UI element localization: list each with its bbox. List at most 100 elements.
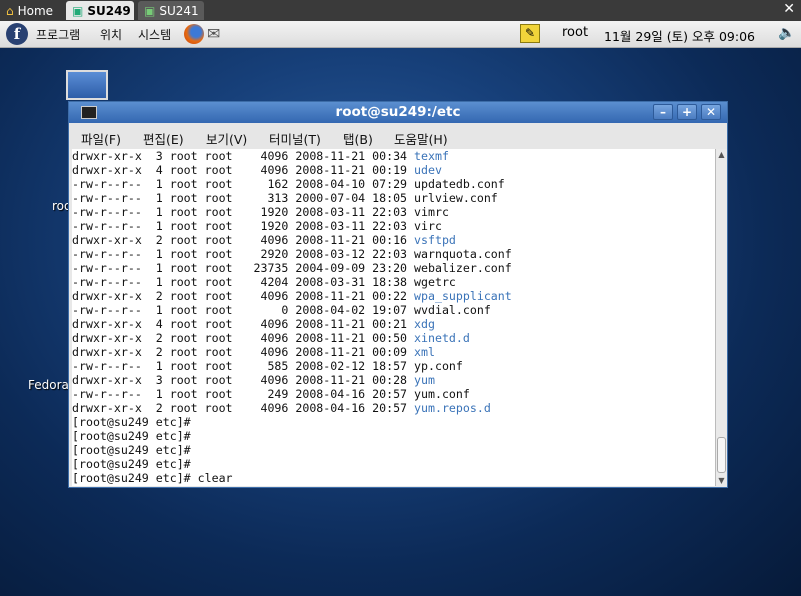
menu-terminal[interactable]: 터미널(T) <box>269 129 321 148</box>
shell-prompt-line: [root@su249 etc]# <box>72 443 191 457</box>
shell-prompt-line: [root@su249 etc]# clear <box>72 471 233 485</box>
file-name: yp.conf <box>414 359 463 373</box>
terminal-line: -rw-r--r-- 1 root root 313 2000-07-04 18… <box>72 191 715 205</box>
file-listing-prefix: drwxr-xr-x 3 root root 4096 2008-11-21 0… <box>72 373 415 387</box>
shell-prompt-line: [root@su249 etc]# <box>72 457 191 471</box>
menu-applications[interactable]: 프로그램 <box>36 26 80 43</box>
minimize-button[interactable]: – <box>653 104 673 120</box>
terminal-line: -rw-r--r-- 1 root root 1920 2008-03-11 2… <box>72 219 715 233</box>
file-listing-prefix: drwxr-xr-x 2 root root 4096 2008-11-21 0… <box>72 233 415 247</box>
file-listing-prefix: drwxr-xr-x 3 root root 4096 2008-11-21 0… <box>72 149 415 163</box>
file-listing-prefix: drwxr-xr-x 2 root root 4096 2008-11-21 0… <box>72 345 415 359</box>
user-name[interactable]: root <box>562 25 588 40</box>
file-name: wvdial.conf <box>414 303 491 317</box>
terminal-line: -rw-r--r-- 1 root root 4204 2008-03-31 1… <box>72 275 715 289</box>
firefox-icon[interactable] <box>184 24 204 44</box>
file-name: urlview.conf <box>414 191 498 205</box>
remote-desktop-icon: ▣ <box>72 3 84 18</box>
menu-help[interactable]: 도움말(H) <box>394 129 448 148</box>
tab-home[interactable]: ⌂ Home <box>0 1 60 20</box>
window-title: root@su249:/etc <box>335 104 461 120</box>
file-name: vimrc <box>414 205 449 219</box>
terminal-line: drwxr-xr-x 2 root root 4096 2008-11-21 0… <box>72 289 715 303</box>
close-icon[interactable]: ✕ <box>783 1 795 17</box>
terminal-line: drwxr-xr-x 2 root root 4096 2008-11-21 0… <box>72 345 715 359</box>
file-listing-prefix: -rw-r--r-- 1 root root 4204 2008-03-31 1… <box>72 275 415 289</box>
menu-places[interactable]: 위치 <box>100 26 122 43</box>
file-listing-prefix: drwxr-xr-x 4 root root 4096 2008-11-21 0… <box>72 317 415 331</box>
terminal-line: drwxr-xr-x 2 root root 4096 2008-11-21 0… <box>72 331 715 345</box>
file-name: yum.repos.d <box>414 401 491 415</box>
file-listing-prefix: -rw-r--r-- 1 root root 2920 2008-03-12 2… <box>72 247 415 261</box>
file-name: xml <box>414 345 435 359</box>
close-button[interactable]: ✕ <box>701 104 721 120</box>
home-icon: ⌂ <box>6 3 14 18</box>
file-listing-prefix: -rw-r--r-- 1 root root 0 2008-04-02 19:0… <box>72 303 415 317</box>
terminal-line: -rw-r--r-- 1 root root 162 2008-04-10 07… <box>72 177 715 191</box>
volume-icon[interactable]: 🔈 <box>778 25 795 41</box>
vertical-scrollbar[interactable]: ▲ ▼ <box>715 149 727 486</box>
scroll-down-arrow-icon[interactable]: ▼ <box>716 475 727 486</box>
file-listing-prefix: -rw-r--r-- 1 root root 1920 2008-03-11 2… <box>72 219 415 233</box>
tab-label: SU241 <box>159 3 199 18</box>
file-name: texmf <box>414 149 449 163</box>
menu-file[interactable]: 파일(F) <box>81 129 121 148</box>
window-titlebar[interactable]: root@su249:/etc – + ✕ <box>69 102 727 123</box>
file-listing-prefix: -rw-r--r-- 1 root root 1920 2008-03-11 2… <box>72 205 415 219</box>
clock[interactable]: 11월 29일 (토) 오후 09:06 <box>604 26 755 45</box>
file-name: yum.conf <box>414 387 470 401</box>
terminal-output[interactable]: drwxr-xr-x 3 root root 4096 2008-11-21 0… <box>72 149 715 486</box>
terminal-window: root@su249:/etc – + ✕ 파일(F) 편집(E) 보기(V) … <box>68 101 728 488</box>
file-name: webalizer.conf <box>414 261 512 275</box>
shell-prompt-line: [root@su249 etc]# <box>72 429 191 443</box>
notes-icon[interactable]: ✎ <box>520 24 540 43</box>
mail-icon[interactable]: ✉ <box>207 24 229 44</box>
file-listing-prefix: -rw-r--r-- 1 root root 23735 2004-09-09 … <box>72 261 415 275</box>
file-listing-prefix: -rw-r--r-- 1 root root 313 2000-07-04 18… <box>72 191 415 205</box>
tab-su241[interactable]: ▣ SU241 <box>138 1 204 20</box>
fedora-logo-icon[interactable]: f <box>6 23 28 45</box>
file-name: wpa_supplicant <box>414 289 512 303</box>
file-listing-prefix: -rw-r--r-- 1 root root 162 2008-04-10 07… <box>72 177 415 191</box>
desktop-icon-label-fedora[interactable]: Fedora <box>28 378 69 392</box>
file-name: updatedb.conf <box>414 177 505 191</box>
remote-desktop-icon: ▣ <box>144 3 156 18</box>
terminal-line: -rw-r--r-- 1 root root 1920 2008-03-11 2… <box>72 205 715 219</box>
terminal-line: -rw-r--r-- 1 root root 249 2008-04-16 20… <box>72 387 715 401</box>
file-name: udev <box>414 163 442 177</box>
menu-system[interactable]: 시스템 <box>138 26 171 43</box>
scrollbar-thumb[interactable] <box>717 437 726 473</box>
file-name: warnquota.conf <box>414 247 512 261</box>
terminal-line: drwxr-xr-x 3 root root 4096 2008-11-21 0… <box>72 149 715 163</box>
file-name: xdg <box>414 317 435 331</box>
terminal-line: -rw-r--r-- 1 root root 0 2008-04-02 19:0… <box>72 303 715 317</box>
terminal-line: drwxr-xr-x 3 root root 4096 2008-11-21 0… <box>72 373 715 387</box>
terminal-line: drwxr-xr-x 2 root root 4096 2008-11-21 0… <box>72 233 715 247</box>
menu-bar: 파일(F) 편집(E) 보기(V) 터미널(T) 탭(B) 도움말(H) <box>69 123 727 149</box>
terminal-line: -rw-r--r-- 1 root root 23735 2004-09-09 … <box>72 261 715 275</box>
shell-prompt-line: [root@su249 etc]# <box>72 415 191 429</box>
file-listing-prefix: -rw-r--r-- 1 root root 585 2008-02-12 18… <box>72 359 415 373</box>
file-listing-prefix: drwxr-xr-x 4 root root 4096 2008-11-21 0… <box>72 163 415 177</box>
menu-edit[interactable]: 편집(E) <box>143 129 184 148</box>
computer-icon[interactable] <box>66 70 108 100</box>
menu-tabs[interactable]: 탭(B) <box>343 129 373 148</box>
terminal-line: drwxr-xr-x 2 root root 4096 2008-04-16 2… <box>72 401 715 415</box>
maximize-button[interactable]: + <box>677 104 697 120</box>
menu-view[interactable]: 보기(V) <box>206 129 247 148</box>
file-listing-prefix: drwxr-xr-x 2 root root 4096 2008-04-16 2… <box>72 401 415 415</box>
file-name: vsftpd <box>414 233 456 247</box>
terminal-line: drwxr-xr-x 4 root root 4096 2008-11-21 0… <box>72 163 715 177</box>
file-listing-prefix: drwxr-xr-x 2 root root 4096 2008-11-21 0… <box>72 331 415 345</box>
top-panel: f 프로그램 위치 시스템 ✉ ✎ root 11월 29일 (토) 오후 09… <box>0 21 801 48</box>
file-listing-prefix: -rw-r--r-- 1 root root 249 2008-04-16 20… <box>72 387 415 401</box>
file-name: xinetd.d <box>414 331 470 345</box>
file-listing-prefix: drwxr-xr-x 2 root root 4096 2008-11-21 0… <box>72 289 415 303</box>
tab-bar: ⌂ Home ▣ SU249 ▣ SU241 ✕ <box>0 0 801 21</box>
terminal-line: -rw-r--r-- 1 root root 585 2008-02-12 18… <box>72 359 715 373</box>
terminal-line: -rw-r--r-- 1 root root 2920 2008-03-12 2… <box>72 247 715 261</box>
terminal-line: drwxr-xr-x 4 root root 4096 2008-11-21 0… <box>72 317 715 331</box>
file-name: yum <box>414 373 435 387</box>
scroll-up-arrow-icon[interactable]: ▲ <box>716 149 727 160</box>
tab-su249[interactable]: ▣ SU249 <box>66 1 134 20</box>
